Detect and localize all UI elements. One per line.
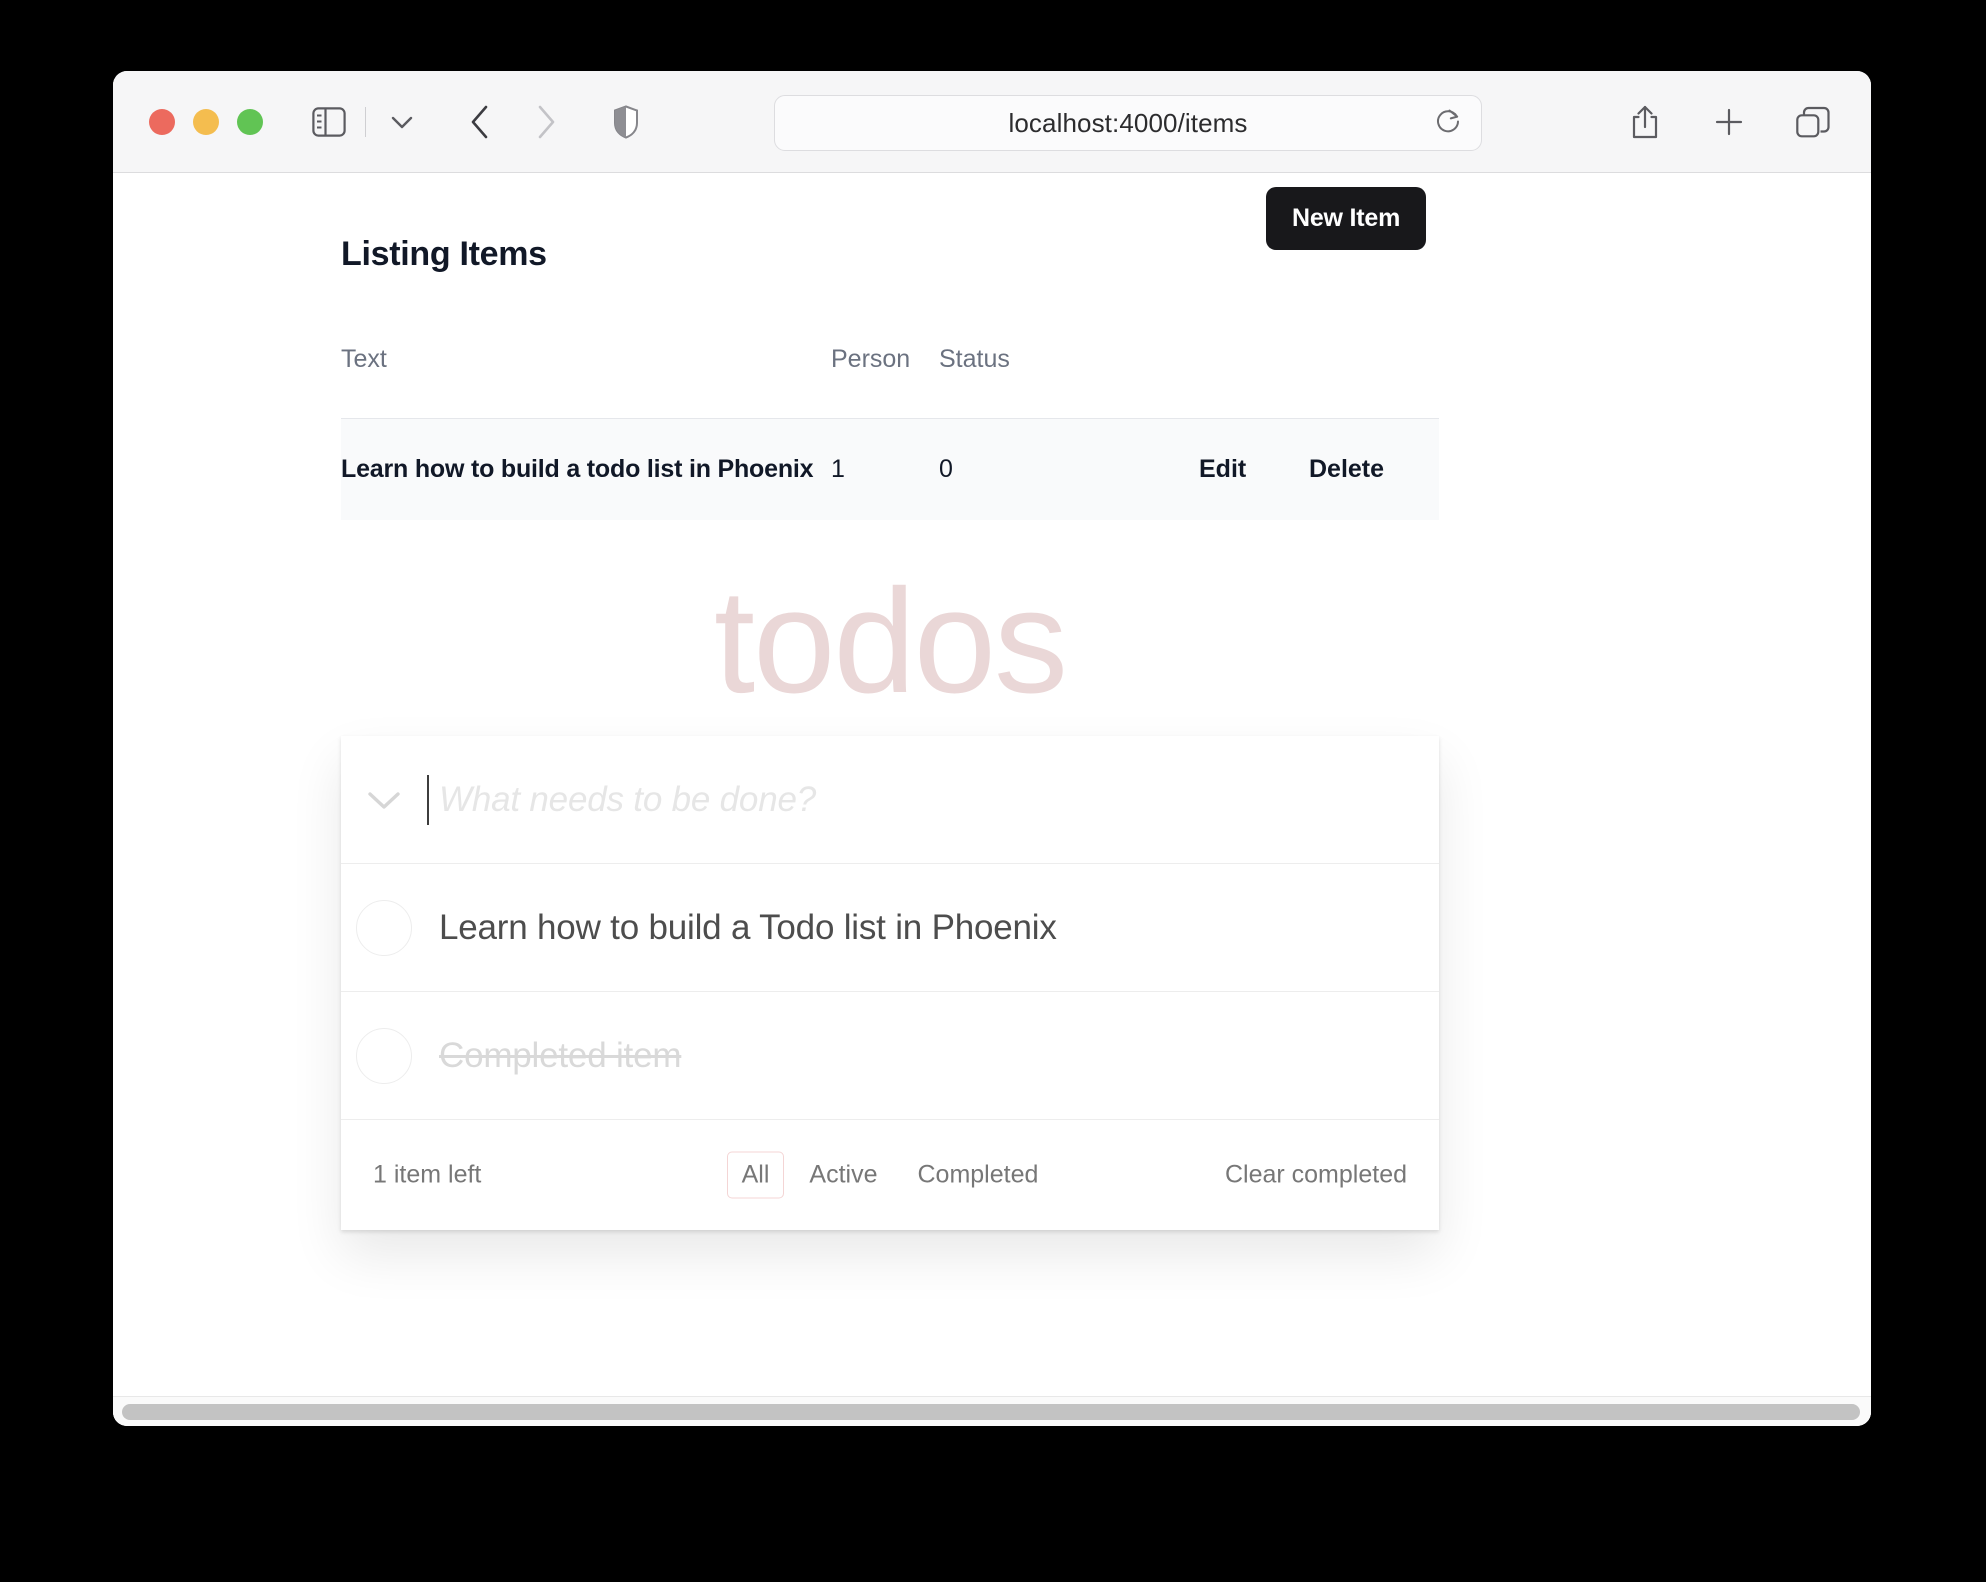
items-table-head: Text Person Status	[341, 345, 1439, 419]
new-todo-row: What needs to be done?	[341, 736, 1439, 864]
todo-app-wrapper: todos What needs to be done? Learn how t…	[341, 559, 1439, 1231]
share-icon	[1630, 104, 1660, 140]
column-header-spacer	[1069, 345, 1199, 419]
chevron-down-icon	[390, 114, 414, 130]
toolbar-actions	[1617, 94, 1841, 150]
forward-arrow-icon	[535, 104, 557, 140]
clear-completed-button[interactable]: Clear completed	[1225, 1161, 1407, 1190]
share-button[interactable]	[1617, 94, 1673, 150]
list-item: Learn how to build a Todo list in Phoeni…	[341, 864, 1439, 992]
browser-window: localhost:4000/items Listing Items New I…	[113, 71, 1871, 1426]
column-header-edit	[1199, 345, 1309, 419]
items-table: Text Person Status Learn how to build a …	[341, 345, 1439, 520]
items-table-body: Learn how to build a todo list in Phoeni…	[341, 418, 1439, 521]
filter-completed-item: Completed	[902, 1152, 1053, 1199]
sidebar-toggle-button[interactable]	[301, 94, 357, 150]
items-table-header-row: Text Person Status	[341, 345, 1439, 419]
filter-all-item: All	[726, 1151, 785, 1199]
page-title: Listing Items	[341, 235, 547, 273]
privacy-report-button[interactable]	[598, 94, 654, 150]
edit-link[interactable]: Edit	[1199, 419, 1309, 521]
page-header: Listing Items New Item	[341, 173, 1441, 271]
filter-completed[interactable]: Completed	[902, 1152, 1053, 1199]
window-controls	[149, 108, 263, 135]
close-button[interactable]	[149, 108, 175, 135]
minimize-button[interactable]	[193, 108, 219, 135]
plus-icon	[1713, 106, 1745, 138]
tab-overview-button[interactable]	[1785, 94, 1841, 150]
todo-footer: 1 item left All Active Completed Clear c…	[341, 1120, 1439, 1230]
filter-active[interactable]: Active	[794, 1152, 892, 1199]
cell-spacer	[1069, 419, 1199, 521]
column-header-status: Status	[939, 345, 1010, 373]
checkbox-circle-icon	[356, 1027, 412, 1084]
new-tab-button[interactable]	[1701, 94, 1757, 150]
sidebar-toggle-icon	[312, 106, 346, 137]
cell-item-text: Learn how to build a todo list in Phoeni…	[341, 455, 814, 483]
cell-item-status: 0	[939, 455, 953, 483]
delete-link[interactable]: Delete	[1309, 419, 1439, 521]
todo-item-label[interactable]: Learn how to build a Todo list in Phoeni…	[427, 908, 1057, 948]
sidebar-controls	[301, 94, 430, 150]
filter-all[interactable]: All	[726, 1151, 785, 1199]
reload-icon	[1434, 107, 1462, 140]
forward-button[interactable]	[518, 94, 574, 150]
new-item-button[interactable]: New Item	[1266, 187, 1427, 250]
table-row: Learn how to build a todo list in Phoeni…	[341, 418, 1439, 521]
back-arrow-icon	[469, 104, 491, 140]
checkbox-circle-icon	[356, 899, 412, 956]
navigation-controls	[452, 94, 574, 150]
url-text: localhost:4000/items	[1008, 107, 1248, 138]
todo-app-title: todos	[713, 559, 1068, 724]
todo-item-label[interactable]: Completed item	[427, 1036, 682, 1076]
tab-overview-icon	[1796, 106, 1830, 138]
maximize-button[interactable]	[237, 108, 263, 135]
reload-button[interactable]	[1431, 106, 1465, 140]
browser-toolbar: localhost:4000/items	[113, 71, 1871, 173]
list-item: Completed item	[341, 992, 1439, 1120]
text-cursor	[427, 774, 429, 825]
new-todo-input[interactable]: What needs to be done?	[427, 736, 1439, 863]
column-header-text: Text	[341, 345, 387, 373]
privacy-controls	[598, 94, 654, 150]
cell-item-person: 1	[831, 455, 845, 483]
new-todo-placeholder: What needs to be done?	[439, 779, 816, 819]
column-header-person: Person	[831, 345, 911, 373]
address-bar[interactable]: localhost:4000/items	[774, 95, 1482, 151]
privacy-shield-icon	[613, 104, 639, 139]
sidebar-menu-button[interactable]	[374, 94, 430, 150]
chevron-down-icon	[364, 787, 404, 813]
todo-app-card: What needs to be done? Learn how to buil…	[341, 736, 1439, 1231]
todo-list: Learn how to build a Todo list in Phoeni…	[341, 864, 1439, 1120]
back-button[interactable]	[452, 94, 508, 150]
page-content: Listing Items New Item Text Person Statu…	[113, 173, 1871, 1426]
toggle-all-button[interactable]	[341, 736, 427, 863]
todo-toggle-checkbox[interactable]	[341, 992, 427, 1119]
scrollbar-thumb[interactable]	[122, 1403, 1860, 1420]
column-header-delete	[1309, 345, 1439, 419]
toolbar-divider	[365, 106, 366, 137]
horizontal-scrollbar[interactable]	[113, 1396, 1871, 1426]
todo-toggle-checkbox[interactable]	[341, 864, 427, 991]
filter-active-item: Active	[794, 1152, 892, 1199]
